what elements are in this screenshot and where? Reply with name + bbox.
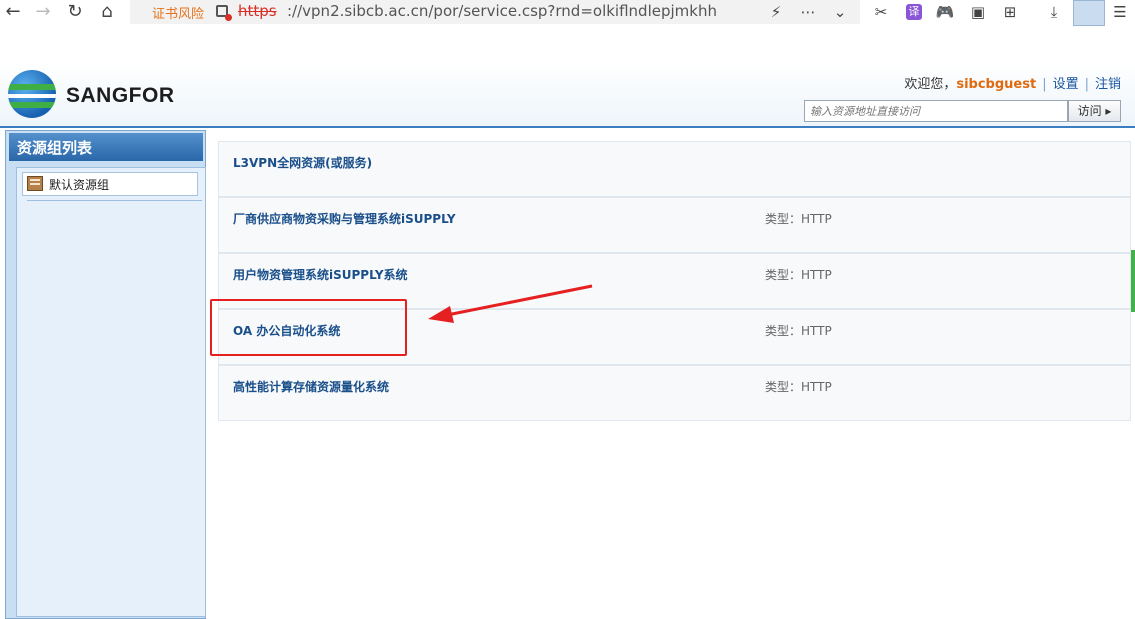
home-icon[interactable]: ⌂ bbox=[96, 1, 118, 23]
resource-group-icon bbox=[27, 176, 43, 191]
visit-button[interactable]: 访问 ▸ bbox=[1068, 100, 1121, 122]
logout-link[interactable]: 注销 bbox=[1095, 77, 1121, 92]
sidebar-item-default-group[interactable]: 默认资源组 bbox=[22, 172, 198, 196]
reader-icon[interactable]: ▣ bbox=[968, 2, 988, 22]
address-bar[interactable]: 证书风险 https ://vpn2.sibcb.ac.cn/por/servi… bbox=[130, 0, 860, 24]
url-scheme: https bbox=[238, 2, 277, 20]
resource-name[interactable]: 厂商供应商物资采购与管理系统iSUPPLY bbox=[233, 210, 456, 227]
resource-row[interactable]: L3VPN全网资源(或服务) bbox=[218, 141, 1131, 197]
chevron-down-icon[interactable]: ⌄ bbox=[830, 2, 850, 22]
url-text: ://vpn2.sibcb.ac.cn/por/service.csp?rnd=… bbox=[287, 2, 717, 20]
browser-toolbar: ← → ↻ ⌂ 证书风险 https ://vpn2.sibcb.ac.cn/p… bbox=[0, 0, 1135, 26]
resource-type: 类型：HTTP bbox=[765, 380, 832, 394]
resource-name[interactable]: 用户物资管理系统iSUPPLY系统 bbox=[233, 266, 408, 283]
annotation-highlight-box bbox=[210, 299, 407, 356]
resource-name[interactable]: 高性能计算存储资源量化系统 bbox=[233, 378, 389, 395]
sidebar-panel: 默认资源组 bbox=[16, 167, 206, 617]
username: sibcbguest bbox=[956, 77, 1037, 92]
menu-icon[interactable]: ☰ bbox=[1110, 2, 1130, 22]
reload-icon[interactable]: ↻ bbox=[64, 1, 86, 23]
apps-grid-icon[interactable]: ⊞ bbox=[1000, 2, 1020, 22]
resource-name[interactable]: L3VPN全网资源(或服务) bbox=[233, 154, 372, 171]
scissors-icon[interactable]: ✂ bbox=[871, 2, 891, 22]
forward-icon[interactable]: → bbox=[32, 1, 54, 23]
scrollbar-accent[interactable] bbox=[1131, 250, 1135, 312]
annotation-arrow bbox=[428, 284, 593, 323]
resource-address-input[interactable] bbox=[804, 100, 1068, 122]
separator: | bbox=[1042, 77, 1047, 92]
resource-type: 类型：HTTP bbox=[765, 212, 832, 226]
download-icon[interactable]: ⤓ bbox=[1044, 2, 1064, 22]
resource-row[interactable]: 高性能计算存储资源量化系统 类型：HTTP bbox=[218, 365, 1131, 421]
resource-row[interactable]: 厂商供应商物资采购与管理系统iSUPPLY 类型：HTTP bbox=[218, 197, 1131, 253]
resource-type: 类型：HTTP bbox=[765, 324, 832, 338]
profile-avatar[interactable] bbox=[1073, 0, 1105, 26]
settings-link[interactable]: 设置 bbox=[1053, 77, 1079, 92]
logo-text: SANGFOR bbox=[66, 84, 175, 107]
sangfor-logo-icon bbox=[8, 70, 56, 118]
game-icon[interactable]: 🎮 bbox=[935, 2, 955, 22]
sidebar-title: 资源组列表 bbox=[9, 133, 203, 161]
more-icon[interactable]: ⋯ bbox=[798, 2, 818, 22]
insecure-lock-icon[interactable] bbox=[216, 5, 232, 21]
cert-warning-label[interactable]: 证书风险 bbox=[152, 3, 204, 22]
welcome-text: 欢迎您， bbox=[904, 77, 957, 92]
back-icon[interactable]: ← bbox=[2, 1, 24, 23]
resource-type: 类型：HTTP bbox=[765, 268, 832, 282]
divider bbox=[27, 200, 202, 201]
page-header: SANGFOR 欢迎您，sibcbguest | 设置 | 注销 访问 ▸ bbox=[0, 60, 1135, 128]
sidebar-item-label: 默认资源组 bbox=[49, 178, 110, 192]
resource-group-sidebar: 资源组列表 默认资源组 bbox=[5, 130, 206, 619]
user-bar: 欢迎您，sibcbguest | 设置 | 注销 bbox=[904, 73, 1121, 92]
translate-icon[interactable]: 译 bbox=[906, 4, 922, 20]
lightning-icon[interactable]: ⚡ bbox=[766, 2, 786, 22]
separator: | bbox=[1084, 77, 1089, 92]
